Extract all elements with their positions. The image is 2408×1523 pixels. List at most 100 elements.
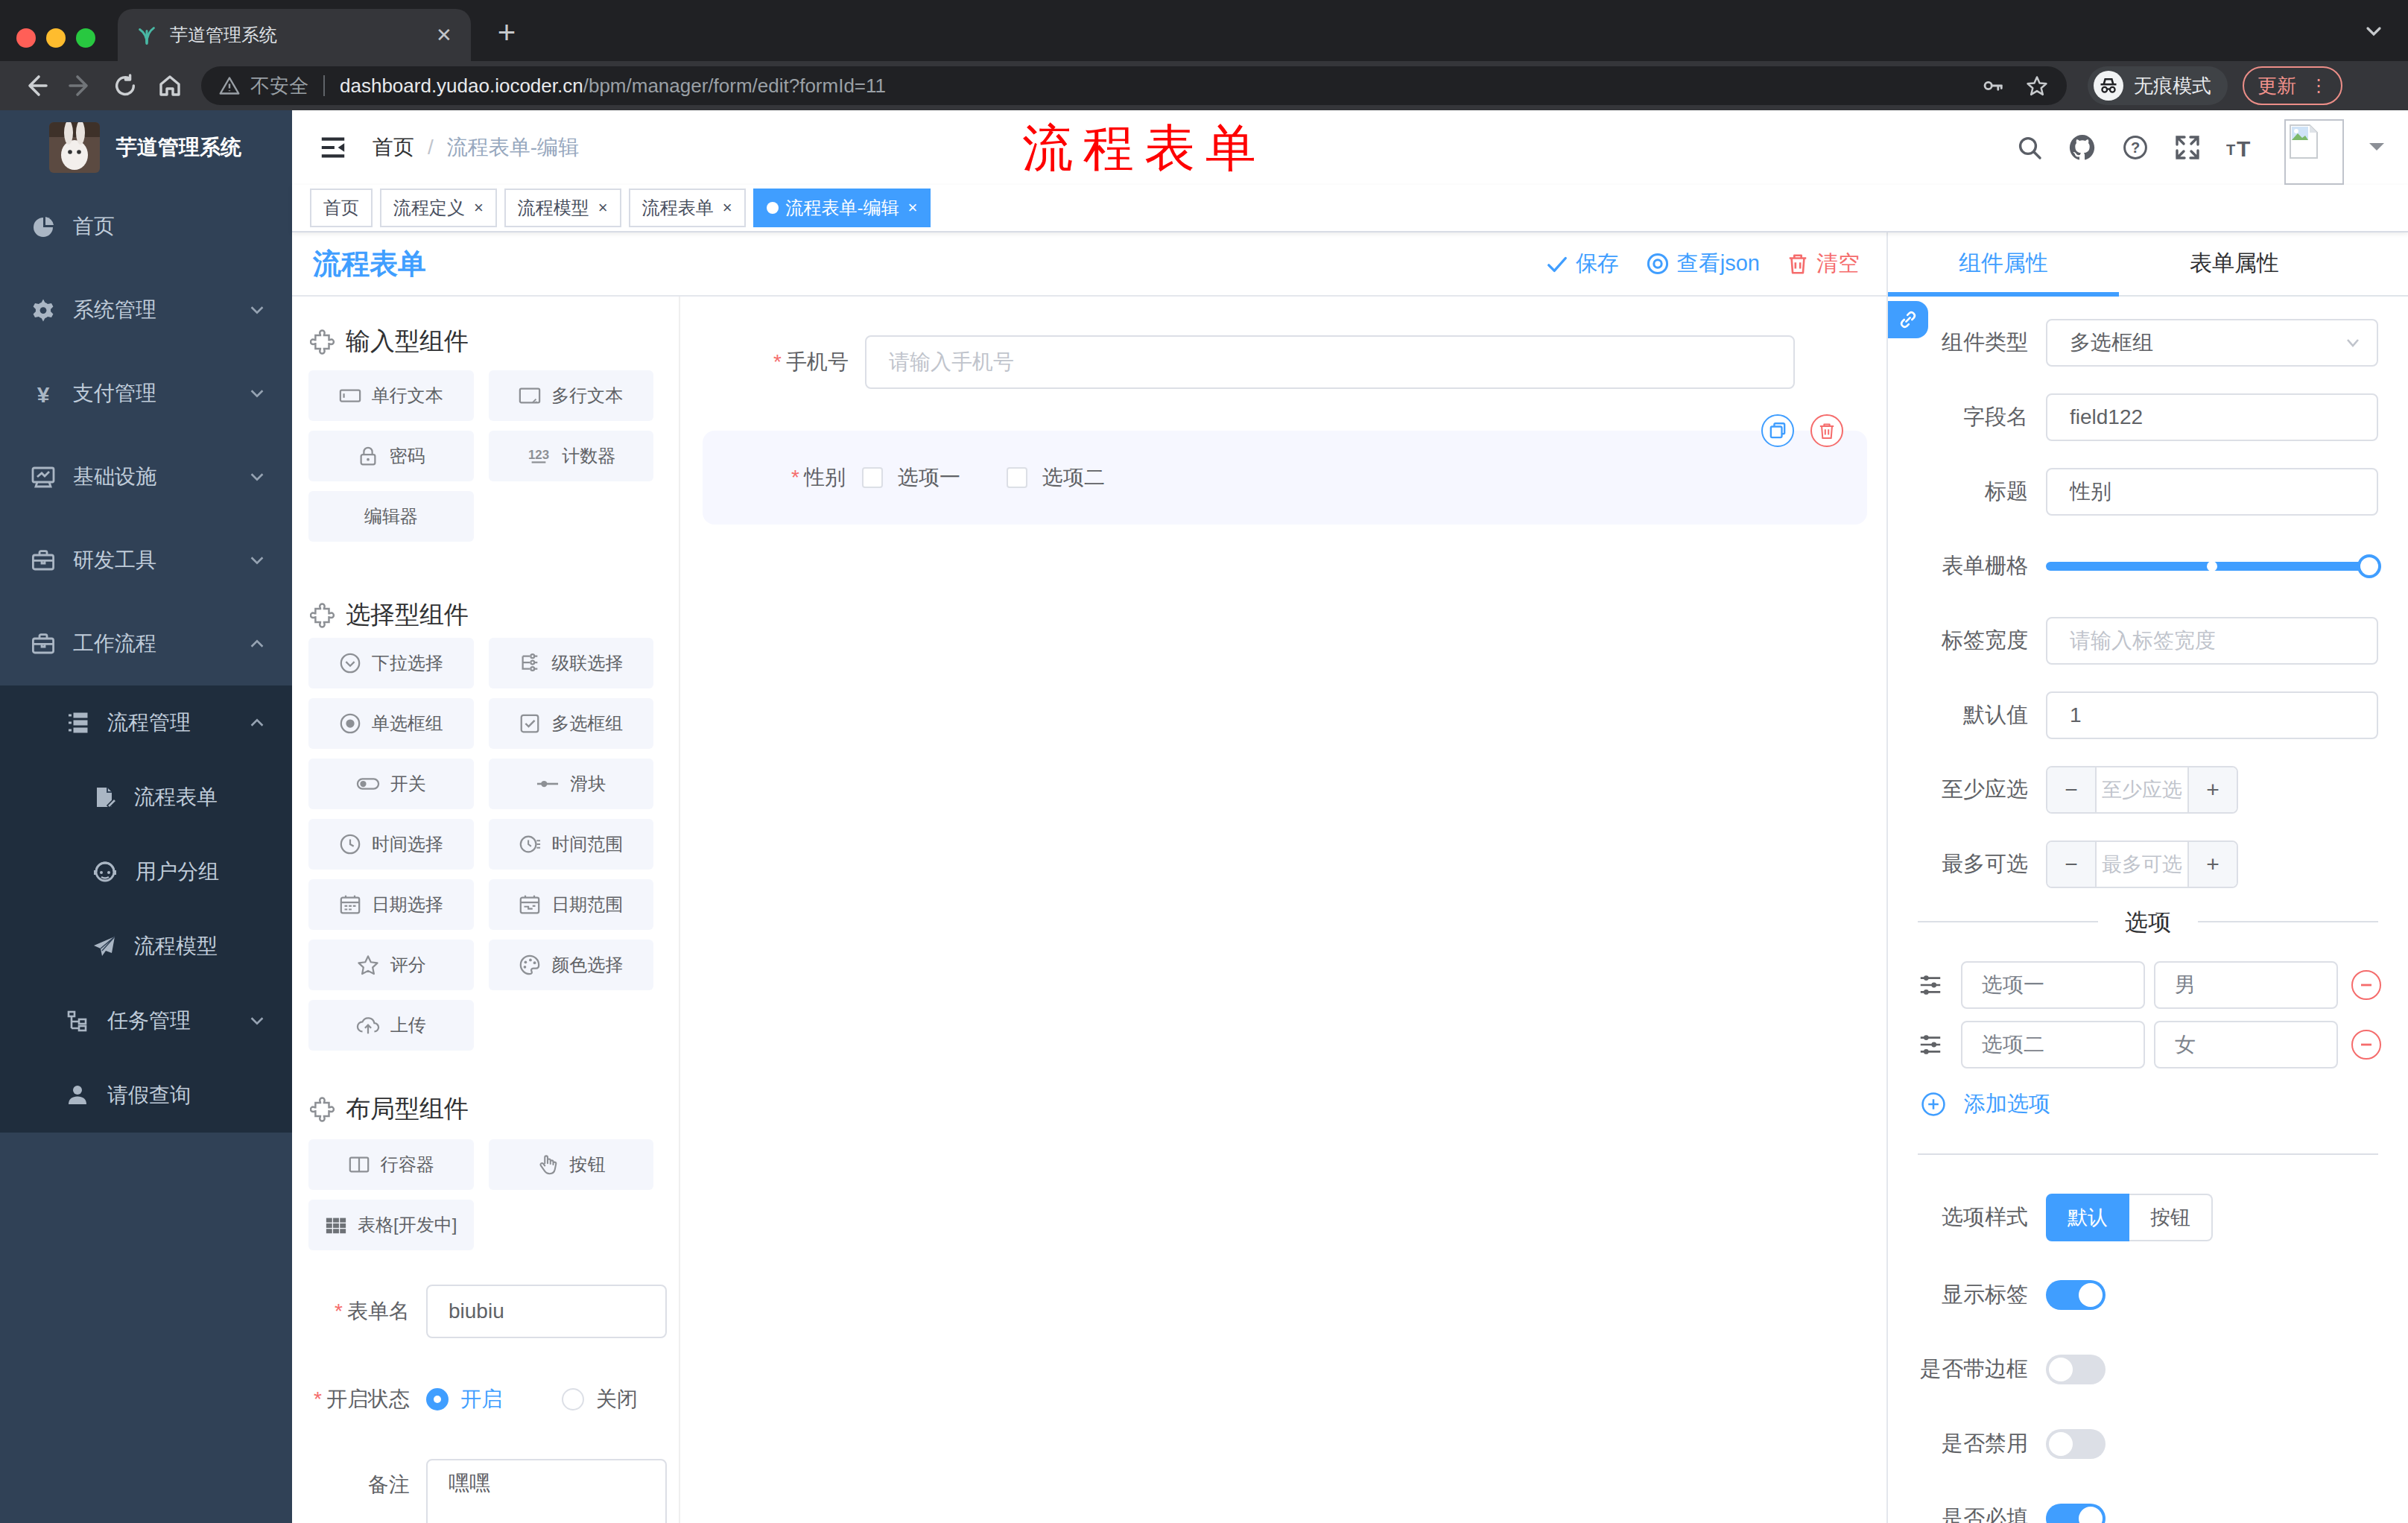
address-bar[interactable]: 不安全 dashboard.yudao.iocoder.cn/bpm/manag… <box>201 66 2067 105</box>
hamburger-icon[interactable] <box>319 133 347 162</box>
form-name-input[interactable]: biubiu <box>426 1285 667 1338</box>
clear-button[interactable]: 清空 <box>1787 249 1860 279</box>
label-width-input[interactable]: 请输入标签宽度 <box>2046 617 2378 665</box>
sidebar-item-首页[interactable]: 首页 <box>0 185 292 268</box>
checkbox-icon[interactable] <box>862 467 883 488</box>
max-select-input[interactable]: 最多可选 <box>2095 842 2189 887</box>
browser-tab[interactable]: 芋道管理系统 ✕ <box>118 9 471 61</box>
forward-button[interactable] <box>58 72 103 99</box>
font-size-icon[interactable]: TT <box>2226 134 2259 161</box>
radio-on-icon[interactable] <box>426 1388 449 1410</box>
chip-时间范围[interactable]: 时间范围 <box>489 819 654 870</box>
close-window-button[interactable] <box>16 28 36 48</box>
help-icon[interactable]: ? <box>2122 134 2149 161</box>
avatar-caret-icon[interactable] <box>2369 143 2384 158</box>
tag-close-icon[interactable]: × <box>723 198 732 218</box>
sidebar-item-流程管理[interactable]: 流程管理 <box>0 685 292 760</box>
tag-close-icon[interactable]: × <box>598 198 608 218</box>
back-button[interactable] <box>13 72 58 99</box>
phone-input[interactable]: 请输入手机号 <box>865 335 1795 389</box>
avatar[interactable] <box>2284 119 2344 185</box>
tab-close-icon[interactable]: ✕ <box>432 24 456 47</box>
sidebar-item-任务管理[interactable]: 任务管理 <box>0 984 292 1058</box>
field-name-input[interactable]: field122 <box>2046 393 2378 441</box>
chip-日期范围[interactable]: 日期范围 <box>489 879 654 930</box>
status-off-radio[interactable]: 关闭 <box>562 1385 638 1413</box>
chip-行容器[interactable]: 行容器 <box>308 1139 474 1190</box>
update-button[interactable]: 更新 ⋮ <box>2243 66 2342 105</box>
chip-滑块[interactable]: 滑块 <box>489 759 654 809</box>
form-canvas[interactable]: *手机号 请输入手机号 *性别 选项一 选项二 <box>680 297 1886 1523</box>
gender-option-1[interactable]: 选项一 <box>862 463 960 492</box>
save-button[interactable]: 保存 <box>1546 249 1619 279</box>
phone-field[interactable]: *手机号 请输入手机号 <box>703 335 1867 389</box>
link-badge-icon[interactable] <box>1888 301 1928 338</box>
fullscreen-icon[interactable] <box>2174 134 2201 161</box>
reload-button[interactable] <box>103 73 148 98</box>
tab-component-props[interactable]: 组件属性 <box>1888 232 2119 295</box>
remove-option-icon[interactable] <box>2351 970 2381 1000</box>
bookmark-star-icon[interactable] <box>2025 74 2049 98</box>
drag-handle-icon[interactable] <box>1918 972 1943 998</box>
minimize-window-button[interactable] <box>46 28 66 48</box>
view-json-button[interactable]: 查看json <box>1646 249 1760 279</box>
tag-流程表单-编辑[interactable]: 流程表单-编辑× <box>753 189 931 227</box>
sidebar-item-研发工具[interactable]: 研发工具 <box>0 519 292 602</box>
sidebar-item-基础设施[interactable]: 基础设施 <box>0 435 292 519</box>
increase-button[interactable]: + <box>2189 767 2237 812</box>
chip-单行文本[interactable]: 单行文本 <box>308 370 474 421</box>
remove-option-icon[interactable] <box>2351 1030 2381 1060</box>
chip-日期选择[interactable]: 日期选择 <box>308 879 474 930</box>
sidebar-item-请假查询[interactable]: 请假查询 <box>0 1058 292 1133</box>
chip-上传[interactable]: 上传 <box>308 1000 474 1051</box>
maximize-window-button[interactable] <box>76 28 95 48</box>
decrease-button[interactable]: − <box>2047 842 2095 887</box>
copy-component-button[interactable] <box>1761 414 1794 447</box>
chip-评分[interactable]: 评分 <box>308 940 474 990</box>
decrease-button[interactable]: − <box>2047 767 2095 812</box>
breadcrumb-home[interactable]: 首页 <box>373 133 414 162</box>
chip-按钮[interactable]: 按钮 <box>489 1139 654 1190</box>
github-icon[interactable] <box>2068 133 2097 162</box>
sidebar-item-支付管理[interactable]: ¥支付管理 <box>0 352 292 435</box>
toggle-switch[interactable] <box>2046 1429 2106 1459</box>
password-key-icon[interactable] <box>1980 74 2004 98</box>
radio-off-icon[interactable] <box>562 1388 584 1410</box>
tab-form-props[interactable]: 表单属性 <box>2119 232 2350 295</box>
min-select-input[interactable]: 至少应选 <box>2095 767 2189 812</box>
sidebar-item-流程表单[interactable]: 流程表单 <box>0 760 292 835</box>
chip-表格[开发中][interactable]: 表格[开发中] <box>308 1200 474 1250</box>
browser-menu-icon[interactable]: ⋮ <box>2310 79 2328 92</box>
sidebar-item-工作流程[interactable]: 工作流程 <box>0 602 292 685</box>
chip-单选框组[interactable]: 单选框组 <box>308 698 474 749</box>
search-icon[interactable] <box>2016 134 2043 161</box>
tag-close-icon[interactable]: × <box>908 198 918 218</box>
gender-option-2[interactable]: 选项二 <box>1007 463 1105 492</box>
home-button[interactable] <box>148 72 192 99</box>
tag-流程定义[interactable]: 流程定义× <box>380 189 497 227</box>
chip-颜色选择[interactable]: 颜色选择 <box>489 940 654 990</box>
chip-计数器[interactable]: 123计数器 <box>489 431 654 481</box>
toggle-switch[interactable] <box>2046 1504 2106 1523</box>
chip-多行文本[interactable]: 多行文本 <box>489 370 654 421</box>
option-value-input[interactable]: 男 <box>2154 961 2338 1009</box>
chip-多选框组[interactable]: 多选框组 <box>489 698 654 749</box>
option-label-input[interactable]: 选项一 <box>1961 961 2145 1009</box>
delete-component-button[interactable] <box>1810 414 1843 447</box>
chip-级联选择[interactable]: 级联选择 <box>489 638 654 688</box>
checkbox-icon[interactable] <box>1007 467 1027 488</box>
chip-下拉选择[interactable]: 下拉选择 <box>308 638 474 688</box>
sidebar-item-用户分组[interactable]: 用户分组 <box>0 835 292 909</box>
chip-编辑器[interactable]: 编辑器 <box>308 491 474 542</box>
default-value-input[interactable]: 1 <box>2046 691 2378 739</box>
status-on-radio[interactable]: 开启 <box>426 1385 502 1413</box>
tag-close-icon[interactable]: × <box>474 198 484 218</box>
sidebar-item-流程模型[interactable]: 流程模型 <box>0 909 292 984</box>
sidebar-item-系统管理[interactable]: 系统管理 <box>0 268 292 352</box>
toggle-switch[interactable] <box>2046 1355 2106 1384</box>
tag-首页[interactable]: 首页 <box>310 189 373 227</box>
form-grid-slider[interactable] <box>2046 562 2378 571</box>
option-label-input[interactable]: 选项二 <box>1961 1021 2145 1068</box>
form-remark-textarea[interactable]: 嘿嘿 <box>426 1459 667 1523</box>
add-option-button[interactable]: 添加选项 <box>1921 1088 2378 1121</box>
